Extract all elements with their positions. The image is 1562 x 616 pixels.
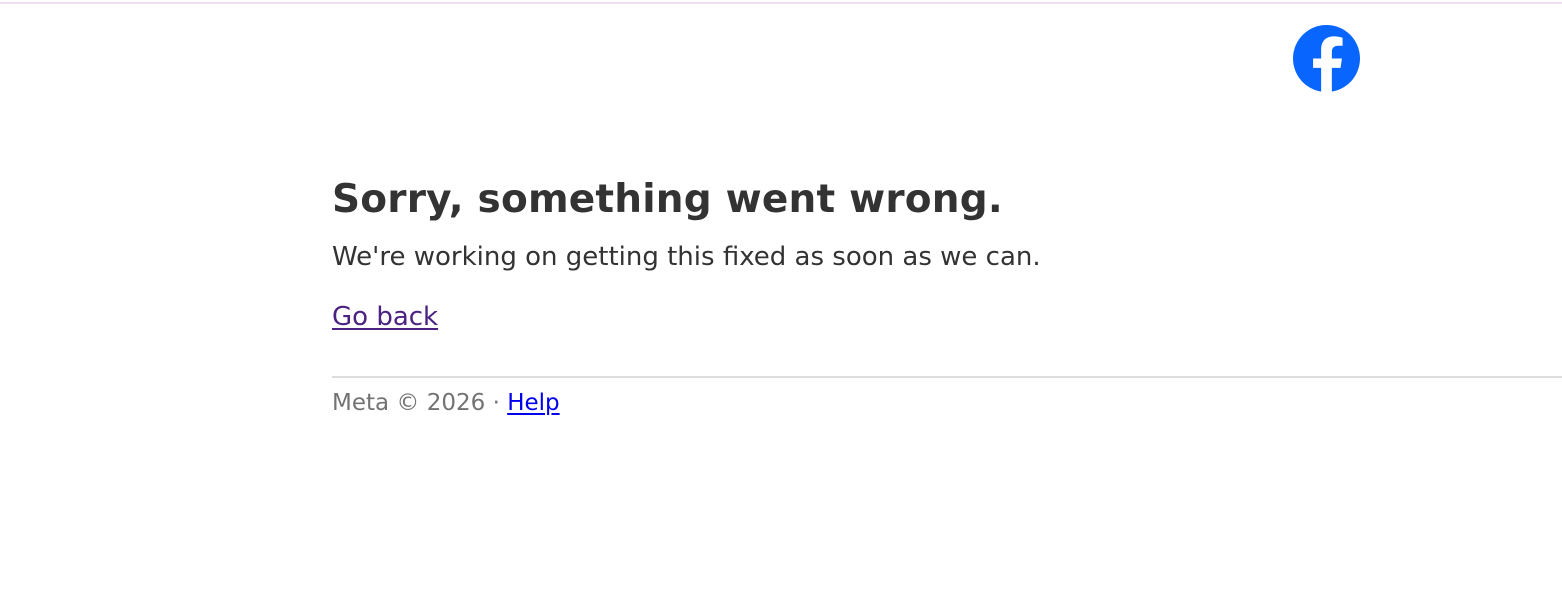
error-message: We're working on getting this fixed as s…	[332, 242, 1041, 272]
copyright-text: Meta © 2026	[332, 390, 486, 416]
footer-divider	[332, 376, 1562, 378]
top-border	[0, 2, 1562, 4]
error-content: Sorry, something went wrong. We're worki…	[332, 170, 1562, 335]
error-title: Sorry, something went wrong.	[332, 177, 1003, 222]
go-back-link[interactable]: Go back	[332, 299, 438, 335]
facebook-logo-icon[interactable]	[1293, 25, 1360, 92]
help-link[interactable]: Help	[507, 390, 559, 416]
footer-separator: ·	[492, 390, 500, 416]
footer: Meta © 2026 · Help	[332, 387, 560, 419]
